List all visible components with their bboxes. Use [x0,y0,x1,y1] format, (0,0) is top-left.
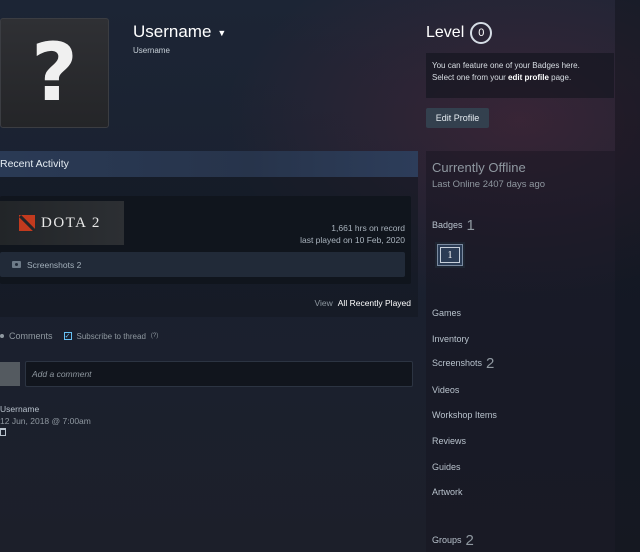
camera-icon [12,261,21,268]
comment-bullet-icon [0,334,4,338]
level-number-badge: 0 [470,22,493,44]
avatar-placeholder-icon: ? [31,26,78,119]
sidebar-item-guides[interactable]: Guides [432,462,461,472]
sidebar-item-games[interactable]: Games [432,308,461,318]
edit-profile-link[interactable]: edit profile [508,73,549,82]
profile-avatar[interactable]: ? [0,18,109,128]
featured-badge-notice: You can feature one of your Badges here.… [426,53,614,98]
comment-author[interactable]: Username [0,404,39,414]
level-display: Level 0 [426,22,493,44]
hours-on-record: 1,661 hrs on record [331,223,405,233]
level-label: Level [426,24,465,41]
sidebar-item-videos[interactable]: Videos [432,385,459,395]
add-comment-input[interactable]: Add a comment [25,361,413,387]
comment-timestamp: 12 Jun, 2018 @ 7:00am [0,416,91,426]
screenshots-label: Screenshots 2 [27,259,82,270]
badge-notice-line1: You can feature one of your Badges here. [432,61,580,70]
edit-profile-button[interactable]: Edit Profile [426,108,489,128]
delete-comment-icon[interactable] [0,428,6,436]
subscribe-label[interactable]: Subscribe to thread [77,332,146,341]
profile-username-dropdown[interactable]: Username ▼ [133,22,226,42]
subscribe-checkbox[interactable]: ✓ [63,332,72,340]
game-screenshots-link[interactable]: Screenshots 2 [0,252,405,277]
sidebar-item-artwork[interactable]: Artwork [432,487,463,497]
recent-activity-header: Recent Activity [0,151,418,177]
all-recently-played-link[interactable]: All Recently Played [338,298,411,308]
badge-level-icon: 1 [440,247,460,263]
last-online: Last Online 2407 days ago [432,179,546,190]
online-status: Currently Offline [432,160,526,175]
sidebar-item-inventory[interactable]: Inventory [432,334,469,344]
view-all-recently-played: View All Recently Played [314,298,411,308]
caret-down-icon: ▼ [217,27,227,38]
last-played-date: last played on 10 Feb, 2020 [300,235,405,245]
comments-header: Comments ✓ Subscribe to thread (?) [0,331,158,341]
view-label: View [314,298,333,308]
dota2-game-logo[interactable]: DOTA 2 [0,201,124,245]
sidebar-item-screenshots[interactable]: Screenshots 2 [432,355,494,372]
sidebar-item-workshop-items[interactable]: Workshop Items [432,410,497,420]
badge-notice-line2: Select one from your edit profile page. [432,73,572,82]
commenter-avatar [0,362,20,386]
sidebar-item-reviews[interactable]: Reviews [432,436,466,446]
sidebar-badges-link[interactable]: Badges 1 [432,217,475,234]
comments-label: Comments [9,331,53,341]
page-right-margin [615,0,640,552]
game-name: DOTA 2 [41,214,101,231]
badge-tile[interactable]: 1 [435,242,465,268]
sidebar-groups-link[interactable]: Groups 2 [432,532,474,549]
dota2-logo-icon [19,215,35,231]
profile-username-sub: Username [133,46,170,55]
profile-username: Username [133,22,212,41]
subscribe-help-icon[interactable]: (?) [151,333,158,339]
